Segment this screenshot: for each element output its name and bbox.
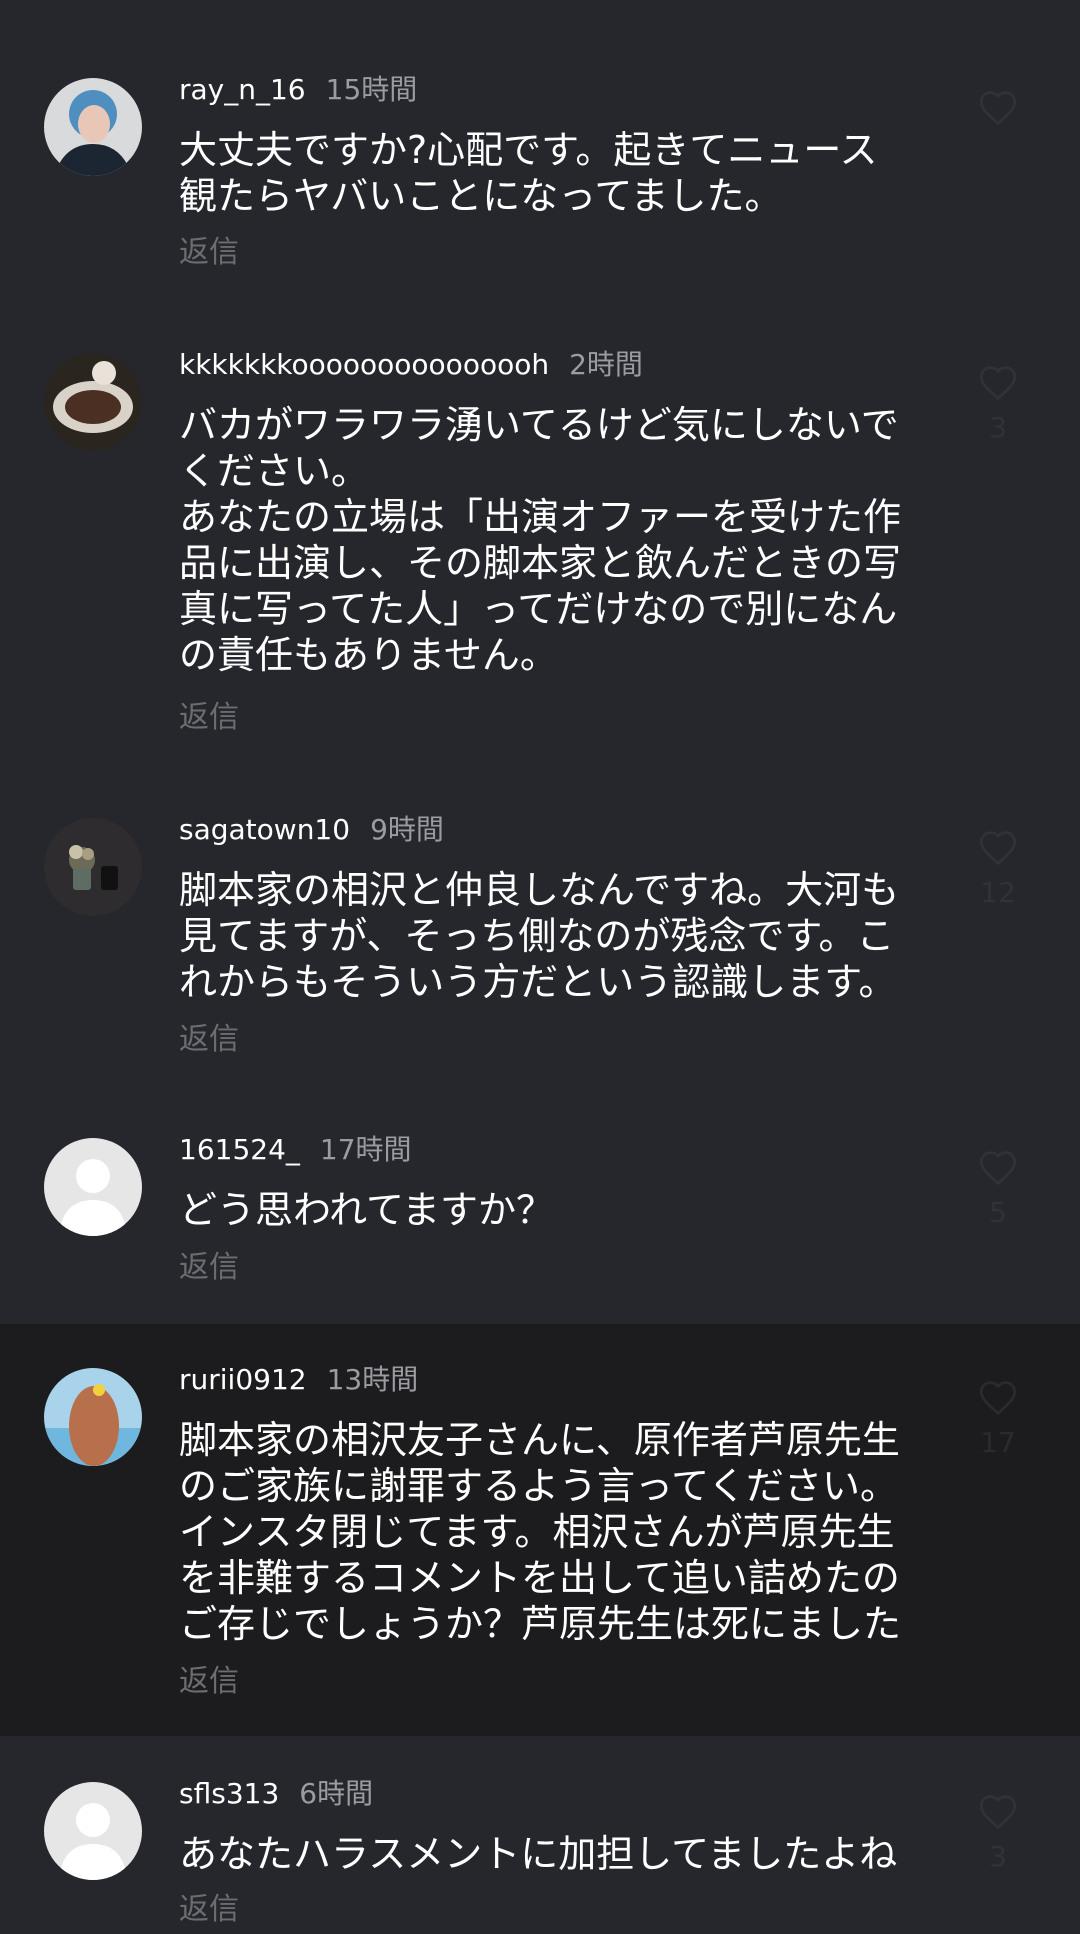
comment-time: 17時間 <box>319 1133 412 1166</box>
heart-icon <box>979 1381 1017 1416</box>
comment-time: 15時間 <box>325 73 418 106</box>
comment-text: 大丈夫ですか?心配です。起きてニュース 観たらヤバいことになってました。 <box>179 128 878 218</box>
comment-item-highlighted: rurii0912 13時間 脚本家の相沢友子さんに、原作者芦原先生 のご家族に謝… <box>0 1324 1080 1736</box>
reply-button[interactable]: 返信 <box>179 1248 239 1288</box>
avatar[interactable] <box>44 78 142 176</box>
comment-time: 2時間 <box>569 348 643 381</box>
comment-item: sfls313 6時間 あなたハラスメントに加担してましたよね 返信 3 <box>0 1736 1080 1934</box>
comment-text: バカがワラワラ湧いてるけど気にしないで ください。 あなたの立場は「出演オファー… <box>179 403 902 677</box>
like-button[interactable]: 3 <box>968 363 1028 445</box>
username[interactable]: ray_n_16 <box>179 73 306 106</box>
like-count: 12 <box>980 876 1016 909</box>
avatar[interactable] <box>44 818 142 916</box>
like-button[interactable] <box>968 88 1028 136</box>
username[interactable]: 161524_ <box>179 1133 300 1166</box>
comment-item: kkkkkkkooooooooooooooh 2時間 バカがワラワラ湧いてるけど気… <box>0 320 1080 790</box>
like-count: 5 <box>989 1196 1007 1229</box>
comment-meta: sagatown10 9時間 <box>179 810 444 850</box>
heart-icon <box>979 91 1017 126</box>
avatar[interactable] <box>44 1782 142 1880</box>
reply-button[interactable]: 返信 <box>179 1020 239 1060</box>
default-avatar-icon <box>44 1138 142 1236</box>
like-count: 17 <box>980 1426 1016 1459</box>
like-count: 3 <box>989 1840 1007 1873</box>
reply-button[interactable]: 返信 <box>179 698 239 738</box>
comment-item: ray_n_16 15時間 大丈夫ですか?心配です。起きてニュース 観たらヤバいこ… <box>0 0 1080 320</box>
username[interactable]: rurii0912 <box>179 1363 307 1396</box>
comment-item: 161524_ 17時間 どう思われてますか？ 返信 5 <box>0 1110 1080 1324</box>
comment-meta: kkkkkkkooooooooooooooh 2時間 <box>179 345 643 385</box>
like-count: 3 <box>989 411 1007 444</box>
comment-time: 9時間 <box>370 813 444 846</box>
username[interactable]: sfls313 <box>179 1777 279 1810</box>
comment-meta: 161524_ 17時間 <box>179 1130 412 1170</box>
comment-time: 13時間 <box>326 1363 419 1396</box>
like-button[interactable]: 5 <box>968 1148 1028 1230</box>
heart-icon <box>979 1151 1017 1186</box>
like-button[interactable]: 17 <box>968 1378 1028 1460</box>
comment-item: sagatown10 9時間 脚本家の相沢と仲良しなんですね。大河も 見てますが、… <box>0 790 1080 1110</box>
comment-meta: sfls313 6時間 <box>179 1774 373 1814</box>
like-button[interactable]: 12 <box>968 828 1028 910</box>
avatar[interactable] <box>44 1368 142 1466</box>
comment-meta: rurii0912 13時間 <box>179 1360 418 1400</box>
avatar[interactable] <box>44 1138 142 1236</box>
reply-button[interactable]: 返信 <box>179 1662 239 1702</box>
avatar[interactable] <box>44 353 142 451</box>
comment-meta: ray_n_16 15時間 <box>179 70 417 110</box>
heart-icon <box>979 1795 1017 1830</box>
reply-button[interactable]: 返信 <box>179 233 239 273</box>
comment-text: どう思われてますか？ <box>179 1188 555 1232</box>
like-button[interactable]: 3 <box>968 1792 1028 1874</box>
heart-icon <box>979 366 1017 401</box>
default-avatar-icon <box>44 1782 142 1880</box>
comment-text: あなたハラスメントに加担してましたよね <box>179 1832 898 1876</box>
reply-button[interactable]: 返信 <box>179 1890 239 1930</box>
username[interactable]: sagatown10 <box>179 813 350 846</box>
username[interactable]: kkkkkkkooooooooooooooh <box>179 348 549 381</box>
comment-time: 6時間 <box>299 1777 374 1810</box>
heart-icon <box>979 831 1017 866</box>
comment-text: 脚本家の相沢と仲良しなんですね。大河も 見てますが、そっち側なのが残念です。こ … <box>179 868 900 1004</box>
comment-text: 脚本家の相沢友子さんに、原作者芦原先生 のご家族に謝罪するよう言ってください。 … <box>179 1418 902 1646</box>
